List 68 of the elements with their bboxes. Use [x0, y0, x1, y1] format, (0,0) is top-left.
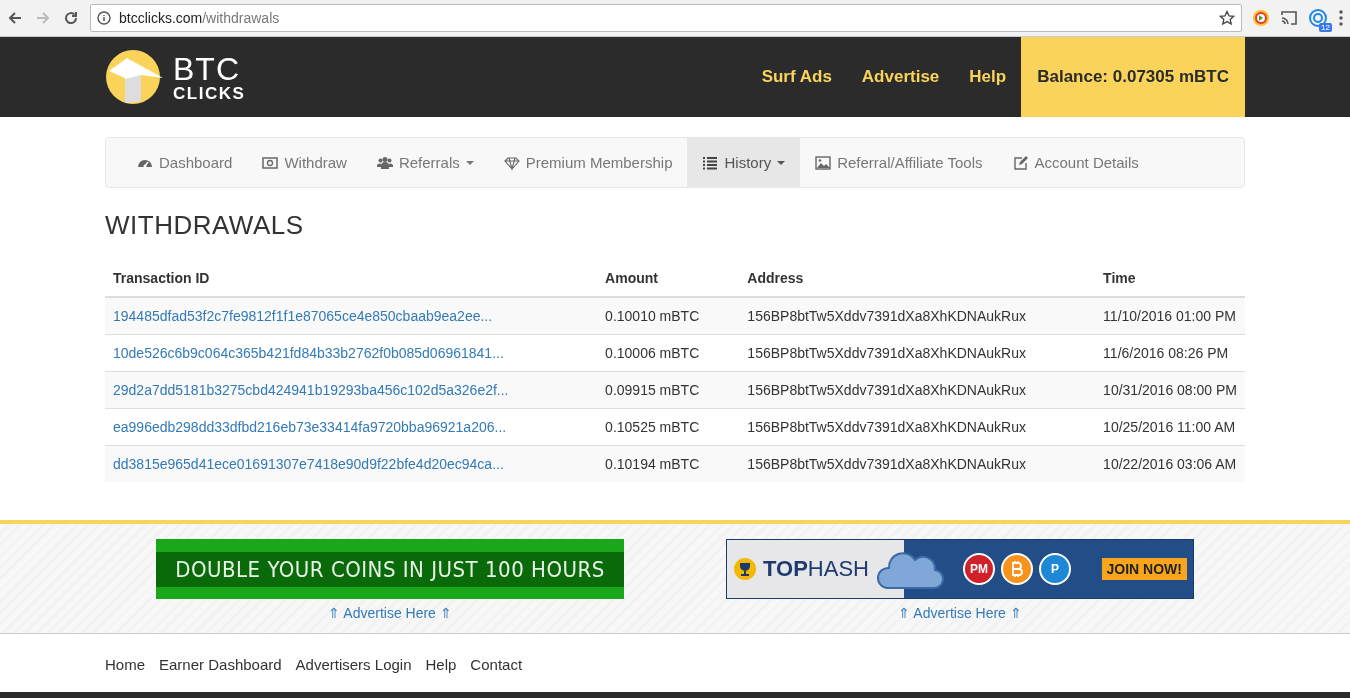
extension-icon[interactable] [1308, 8, 1328, 28]
nav-tab[interactable]: Premium Membership [488, 138, 688, 187]
nav-tab[interactable]: Dashboard [122, 138, 248, 187]
table-cell: 156BP8btTw5Xddv7391dXa8XhKDNAukRux [739, 408, 1096, 446]
table-cell: 11/10/2016 01:00 PM [1095, 297, 1245, 335]
advertise-link[interactable]: ⇑ Advertise Here ⇑ [328, 605, 452, 621]
table-cell: 0.09915 mBTC [597, 371, 740, 409]
table-cell: 156BP8btTw5Xddv7391dXa8XhKDNAukRux [739, 334, 1096, 372]
coin-badge: PM [962, 553, 995, 585]
logo-text: BTC [173, 52, 241, 85]
coin-badge: P [1038, 553, 1071, 585]
header-link[interactable]: Surf Ads [746, 67, 847, 87]
ad-banner[interactable]: DOUBLE YOUR COINS IN JUST 100 HOURS [156, 539, 624, 599]
menu-icon[interactable] [1338, 9, 1344, 27]
trophy-icon [733, 557, 757, 581]
list-icon [702, 154, 719, 171]
banner-text: DOUBLE YOUR COINS IN JUST 100 HOURS [156, 551, 624, 587]
table-cell: 0.10010 mBTC [597, 297, 740, 335]
join-button[interactable]: JOIN NOW! [1101, 558, 1187, 580]
notification-count: 12 [1319, 23, 1332, 32]
footer-link[interactable]: Earner Dashboard [159, 656, 282, 673]
page-heading: WITHDRAWALS [105, 210, 305, 241]
nav-tab[interactable]: Referral/Affiliate Tools [800, 138, 998, 187]
ad-banner[interactable]: TOPHASH PM P JOIN NOW! [726, 539, 1194, 599]
table-cell: 10/31/2016 08:00 PM [1095, 371, 1245, 409]
footer-link[interactable]: Help [425, 656, 457, 673]
transaction-link[interactable]: 10de526c6b9c064c365b421fd84b33b2762f0b085d06961841... [113, 345, 504, 361]
transaction-link[interactable]: dd3815e965d41ece01691307e7418e90d9f22bfe4d20ec94ca... [113, 456, 504, 472]
edit-icon [1012, 154, 1029, 171]
table-cell: 156BP8btTw5Xddv7391dXa8XhKDNAukRux [739, 371, 1096, 409]
table-cell: 156BP8btTw5Xddv7391dXa8XhKDNAukRux [739, 297, 1096, 335]
banner-brand: TOPHASH [763, 556, 869, 582]
footer-link[interactable]: Advertisers Login [295, 656, 412, 673]
users-icon [376, 154, 393, 171]
url-path: /withdrawals [202, 10, 280, 26]
transaction-link[interactable]: 194485dfad53f2c7fe9812f1f1e87065ce4e850cbaab9ea2ee... [113, 308, 493, 324]
footer-link[interactable]: Contact [470, 656, 523, 673]
nav-tab[interactable]: Account Details [997, 138, 1154, 187]
table-cell: 156BP8btTw5Xddv7391dXa8XhKDNAukRux [739, 445, 1096, 482]
extension-icon[interactable] [1252, 9, 1270, 27]
url-host: btcclicks.com [119, 10, 203, 26]
table-cell: 0.10006 mBTC [597, 334, 740, 372]
table-cell: 11/6/2016 08:26 PM [1095, 334, 1245, 372]
image-icon [815, 154, 832, 171]
nav-tab[interactable]: Referrals [361, 138, 489, 187]
transaction-link[interactable]: ea996edb298dd33dfbd216eb73e33414fa9720bba96921a206... [113, 419, 507, 435]
bitcoin-icon [1009, 561, 1024, 577]
logo-icon [105, 49, 165, 105]
advertise-link[interactable]: ⇑ Advertise Here ⇑ [898, 605, 1022, 621]
logo-text: CLICKS [173, 84, 246, 102]
footer-link[interactable]: Home [105, 656, 145, 673]
nav-tab[interactable]: Withdraw [247, 138, 362, 187]
cast-icon[interactable] [1280, 9, 1298, 27]
info-icon [97, 11, 111, 25]
table-cell: 0.10525 mBTC [597, 408, 740, 446]
balance-display: Balance: 0.07305 mBTC [1021, 37, 1245, 117]
header-link[interactable]: Help [954, 67, 1022, 87]
diamond-icon [503, 154, 520, 171]
star-icon[interactable] [1219, 10, 1235, 26]
table-cell: 10/22/2016 03:06 AM [1095, 445, 1245, 482]
address-bar[interactable]: btcclicks.com/withdrawals [90, 4, 1242, 32]
table-cell: 0.10194 mBTC [597, 445, 740, 482]
nav-tab[interactable]: History [687, 138, 801, 187]
table-cell: 10/25/2016 11:00 AM [1095, 408, 1245, 446]
banknote-icon [262, 154, 279, 171]
header-link[interactable]: Advertise [846, 67, 955, 87]
reload-icon[interactable] [62, 9, 80, 27]
transaction-link[interactable]: 29d2a7dd5181b3275cbd424941b19293ba456c102d5a326e2f... [113, 382, 509, 398]
